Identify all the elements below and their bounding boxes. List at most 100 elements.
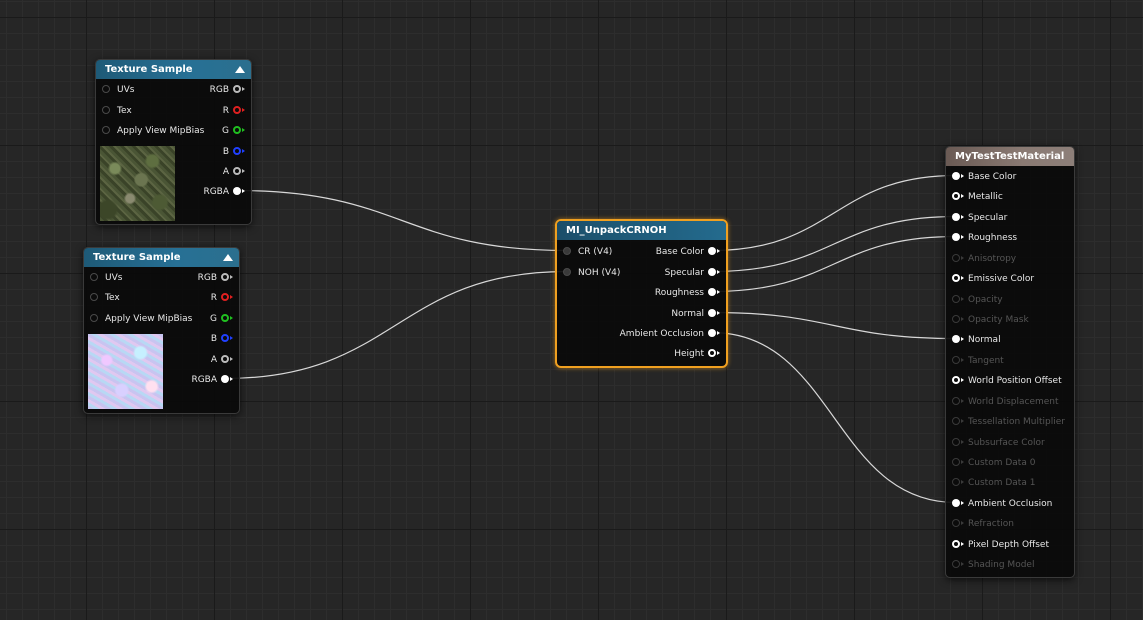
output-pin-rgba[interactable]: RGBA (191, 373, 233, 387)
pin-icon[interactable] (221, 272, 229, 281)
input-pin-uvs[interactable]: UVs (90, 271, 122, 285)
material-input-normal[interactable]: Normal (952, 333, 1001, 347)
output-pin-r[interactable]: R (223, 104, 245, 118)
pin-label: Ambient Occlusion (619, 329, 704, 339)
pin-icon[interactable] (952, 191, 960, 200)
material-result-node[interactable]: MyTestTestMaterial Base Color Metallic S… (945, 146, 1075, 578)
pin-icon[interactable] (952, 212, 960, 221)
connection-wire-3[interactable] (711, 215, 957, 273)
collapse-arrow-icon[interactable] (223, 254, 233, 261)
pin-icon[interactable] (952, 232, 960, 241)
output-pin-specular[interactable]: Specular (665, 266, 720, 280)
output-pin-a[interactable]: A (211, 353, 233, 367)
input-pin-noh[interactable]: NOH (V4) (563, 266, 620, 280)
pin-icon[interactable] (952, 171, 960, 180)
texture-sample-node-2[interactable]: Texture Sample UVs Tex Apply View MipBia… (83, 247, 240, 414)
pin-icon[interactable] (952, 375, 960, 384)
material-input-base-color[interactable]: Base Color (952, 170, 1016, 184)
output-pin-b[interactable]: B (211, 332, 233, 346)
pin-label: Custom Data 0 (968, 458, 1036, 468)
output-pin-rgb[interactable]: RGB (198, 271, 233, 285)
pin-icon[interactable] (952, 273, 960, 282)
pin-icon[interactable] (90, 313, 98, 322)
pin-icon[interactable] (952, 498, 960, 507)
output-pin-rgb[interactable]: RGB (210, 83, 245, 97)
pin-icon[interactable] (221, 333, 229, 342)
output-pin-b[interactable]: B (223, 145, 245, 159)
pin-icon[interactable] (708, 308, 716, 317)
node-title: MyTestTestMaterial (955, 151, 1065, 162)
input-pin-apply-view-mipbias[interactable]: Apply View MipBias (102, 124, 204, 138)
pin-icon[interactable] (708, 267, 716, 276)
pin-label: Opacity (968, 295, 1003, 305)
pin-icon[interactable] (233, 186, 241, 195)
pin-icon[interactable] (233, 84, 241, 93)
texture-sample-node-2-header[interactable]: Texture Sample (84, 248, 239, 267)
collapse-arrow-icon[interactable] (235, 66, 245, 73)
texture-sample-node-1-header[interactable]: Texture Sample (96, 60, 251, 79)
connection-wire-1[interactable] (224, 270, 568, 380)
input-pin-apply-view-mipbias[interactable]: Apply View MipBias (90, 312, 192, 326)
input-pin-tex[interactable]: Tex (102, 104, 132, 118)
output-pin-normal[interactable]: Normal (671, 307, 720, 321)
pin-icon[interactable] (102, 125, 110, 134)
output-pin-r[interactable]: R (211, 291, 233, 305)
pin-icon (952, 457, 960, 466)
pin-icon[interactable] (708, 328, 716, 337)
pin-icon[interactable] (708, 348, 716, 357)
output-pin-base-color[interactable]: Base Color (656, 245, 720, 259)
pin-arrow-icon (961, 520, 964, 525)
pin-label: Pixel Depth Offset (968, 540, 1049, 550)
pin-label: Anisotropy (968, 254, 1017, 264)
output-pin-g[interactable]: G (222, 124, 245, 138)
pin-icon[interactable] (221, 354, 229, 363)
material-input-emissive-color[interactable]: Emissive Color (952, 272, 1034, 286)
output-pin-g[interactable]: G (210, 312, 233, 326)
texture-sample-node-1[interactable]: Texture Sample UVs Tex Apply View MipBia… (95, 59, 252, 225)
pin-icon[interactable] (233, 105, 241, 114)
unpack-function-node-header[interactable]: MI_UnpackCRNOH (557, 221, 726, 240)
material-input-specular[interactable]: Specular (952, 211, 1007, 225)
connection-wire-4[interactable] (711, 235, 957, 293)
connection-wire-5[interactable] (711, 311, 957, 340)
output-pin-ambient-occlusion[interactable]: Ambient Occlusion (620, 327, 720, 341)
connection-wire-6[interactable] (711, 331, 957, 504)
pin-icon (952, 416, 960, 425)
material-input-metallic[interactable]: Metallic (952, 190, 1003, 204)
material-input-world-position-offset[interactable]: World Position Offset (952, 374, 1062, 388)
material-input-ambient-occlusion[interactable]: Ambient Occlusion (952, 497, 1052, 511)
input-pin-cr[interactable]: CR (V4) (563, 245, 612, 259)
pin-icon[interactable] (708, 287, 716, 296)
unpack-function-node[interactable]: MI_UnpackCRNOH CR (V4) NOH (V4) Base Col… (555, 219, 728, 368)
pin-icon[interactable] (233, 166, 241, 175)
pin-icon[interactable] (563, 246, 571, 255)
pin-icon[interactable] (90, 272, 98, 281)
output-pin-a[interactable]: A (223, 165, 245, 179)
pin-icon[interactable] (563, 267, 571, 276)
pin-icon[interactable] (90, 292, 98, 301)
pin-icon[interactable] (102, 84, 110, 93)
pin-icon[interactable] (221, 374, 229, 383)
material-result-node-header[interactable]: MyTestTestMaterial (946, 147, 1074, 166)
input-pin-uvs[interactable]: UVs (102, 83, 134, 97)
pin-icon[interactable] (952, 539, 960, 548)
pin-label: Tex (117, 106, 132, 116)
output-pin-height[interactable]: Height (674, 347, 720, 361)
pin-arrow-icon (717, 248, 720, 253)
pin-icon[interactable] (233, 125, 241, 134)
pin-icon[interactable] (102, 105, 110, 114)
material-input-pixel-depth-offset[interactable]: Pixel Depth Offset (952, 538, 1049, 552)
pin-arrow-icon (230, 335, 233, 340)
input-pin-tex[interactable]: Tex (90, 291, 120, 305)
material-input-roughness[interactable]: Roughness (952, 231, 1017, 245)
output-pin-roughness[interactable]: Roughness (655, 286, 720, 300)
pin-icon[interactable] (233, 146, 241, 155)
connection-wire-0[interactable] (236, 189, 568, 252)
connection-wire-2[interactable] (711, 174, 957, 252)
pin-icon[interactable] (952, 334, 960, 343)
output-pin-rgba[interactable]: RGBA (203, 185, 245, 199)
pin-icon[interactable] (221, 313, 229, 322)
pin-icon[interactable] (708, 246, 716, 255)
pin-icon (952, 253, 960, 262)
pin-icon[interactable] (221, 292, 229, 301)
